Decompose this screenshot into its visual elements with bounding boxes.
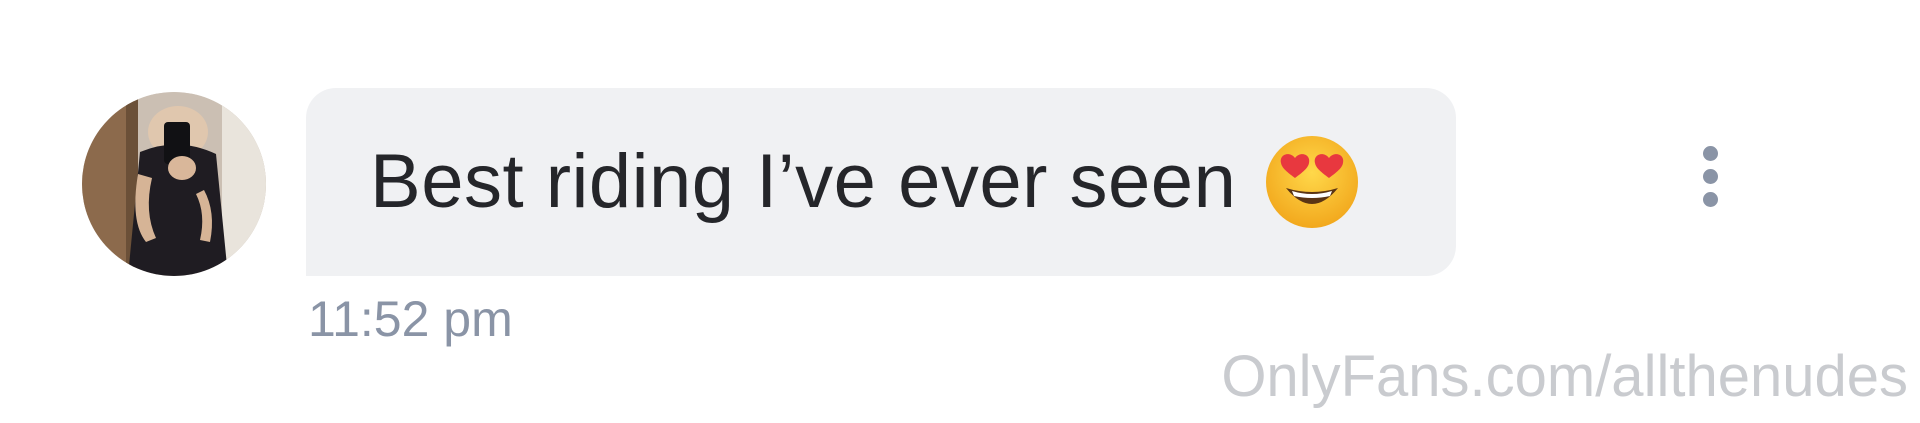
chat-message-row: Best riding I’ve ever seen 11:52 pm Only… (0, 0, 1920, 423)
avatar[interactable] (82, 92, 266, 276)
heart-eyes-emoji-icon (1264, 134, 1360, 230)
kebab-dot (1703, 192, 1718, 207)
kebab-dot (1703, 169, 1718, 184)
message-timestamp: 11:52 pm (308, 291, 513, 347)
more-options-icon[interactable] (1693, 144, 1729, 210)
kebab-dot (1703, 146, 1718, 161)
avatar-photo (82, 92, 266, 276)
message-bubble[interactable]: Best riding I’ve ever seen (306, 88, 1456, 276)
watermark: OnlyFans.com/allthenudes (1221, 344, 1908, 409)
message-text: Best riding I’ve ever seen (370, 139, 1237, 224)
